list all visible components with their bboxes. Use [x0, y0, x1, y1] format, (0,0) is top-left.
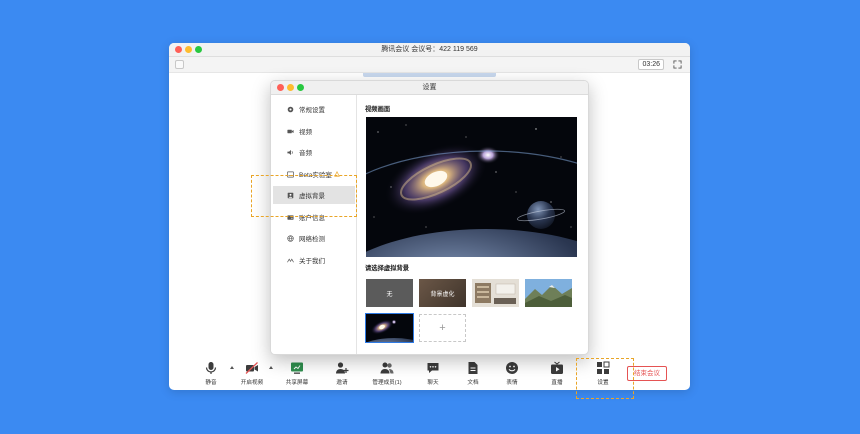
- meeting-info-icon[interactable]: [175, 60, 184, 69]
- screen-share-icon: [291, 362, 303, 374]
- microphone-icon: [205, 362, 217, 374]
- sidebar-item-about[interactable]: 关于我们: [273, 251, 355, 269]
- sidebar-item-label: 视频: [299, 129, 312, 136]
- sidebar-item-general[interactable]: 常规设置: [273, 100, 355, 118]
- galaxy-preview-image: [366, 117, 577, 257]
- background-option-room[interactable]: [472, 279, 519, 307]
- sidebar-item-label: 音频: [299, 150, 312, 157]
- add-user-icon: [336, 362, 349, 374]
- background-option-none[interactable]: 无: [366, 279, 413, 307]
- gear-icon: [287, 106, 294, 112]
- settings-button-highlight: [576, 358, 634, 399]
- dialog-titlebar: 设置: [271, 81, 588, 95]
- background-option-label: 无: [386, 291, 393, 298]
- globe-icon: [287, 234, 294, 242]
- meeting-timer: 03:26: [638, 59, 664, 70]
- video-label: 开启视频: [240, 380, 264, 386]
- camera-icon: [287, 129, 294, 133]
- share-label: 共享屏幕: [285, 380, 309, 386]
- settings-dialog: 设置 常规设置 视频 音频 Beta实验室 虚拟背景 账户信息 网络检测 关于我…: [270, 80, 589, 355]
- chat-label: 聊天: [427, 380, 439, 386]
- share-screen-button[interactable]: 共享屏幕: [277, 361, 317, 386]
- background-option-galaxy[interactable]: [365, 313, 414, 343]
- room-thumbnail: [472, 279, 519, 307]
- background-option-mountain[interactable]: [525, 279, 572, 307]
- tv-play-icon: [551, 361, 563, 374]
- live-label: 直播: [551, 380, 563, 386]
- choose-background-title: 请选择虚拟背景: [365, 265, 410, 272]
- sidebar-item-label: 网络检测: [299, 236, 325, 243]
- manage-members-button[interactable]: 管理成员(1): [367, 361, 407, 386]
- sharing-indicator-bar: [363, 73, 496, 77]
- mountain-thumbnail: [525, 279, 572, 307]
- sidebar-item-video[interactable]: 视频: [273, 122, 355, 140]
- virtual-background-panel: 视频画面 请选择虚拟背景 无 背景虚化 +: [365, 95, 588, 354]
- virtual-background-highlight: [251, 175, 357, 217]
- emoji-button[interactable]: 表情: [492, 361, 532, 386]
- docs-button[interactable]: 文档: [453, 361, 493, 386]
- sidebar-item-audio[interactable]: 音频: [273, 143, 355, 161]
- background-option-blur[interactable]: 背景虚化: [419, 279, 466, 307]
- smiley-icon: [506, 362, 518, 374]
- settings-sidebar: 常规设置 视频 音频 Beta实验室 虚拟背景 账户信息 网络检测 关于我们: [271, 95, 357, 354]
- dialog-title: 设置: [422, 84, 437, 91]
- sidebar-item-label: 关于我们: [299, 258, 325, 265]
- speaker-icon: [287, 149, 293, 155]
- mute-label: 静音: [205, 380, 217, 386]
- fullscreen-icon[interactable]: [673, 60, 682, 69]
- chat-button[interactable]: 聊天: [413, 361, 453, 386]
- video-options-caret[interactable]: [269, 366, 273, 369]
- mute-button[interactable]: 静音: [191, 361, 231, 386]
- live-button[interactable]: 直播: [537, 361, 577, 386]
- preview-title: 视频画面: [365, 106, 391, 113]
- members-icon: [380, 362, 394, 374]
- background-option-label: 背景虚化: [430, 291, 455, 298]
- invite-label: 邀请: [336, 380, 348, 386]
- start-video-button[interactable]: 开启视频: [232, 361, 272, 386]
- sidebar-item-label: 常规设置: [299, 107, 325, 114]
- sidebar-item-network-check[interactable]: 网络检测: [273, 229, 355, 247]
- info-icon: [287, 257, 294, 262]
- video-off-icon: [245, 362, 258, 374]
- document-icon: [468, 362, 478, 374]
- galaxy-thumbnail: [366, 314, 413, 342]
- window-titlebar: 腾讯会议 会议号：422 119 569: [169, 43, 690, 57]
- add-background-button[interactable]: +: [419, 314, 466, 342]
- emoji-label: 表情: [506, 380, 518, 386]
- video-preview: [366, 117, 577, 257]
- invite-button[interactable]: 邀请: [322, 361, 362, 386]
- meeting-info-bar: 03:26: [169, 57, 690, 73]
- docs-label: 文档: [467, 380, 479, 386]
- chat-bubble-icon: [427, 363, 439, 373]
- members-label: 管理成员(1): [372, 380, 402, 386]
- window-title: 腾讯会议 会议号：422 119 569: [381, 46, 478, 53]
